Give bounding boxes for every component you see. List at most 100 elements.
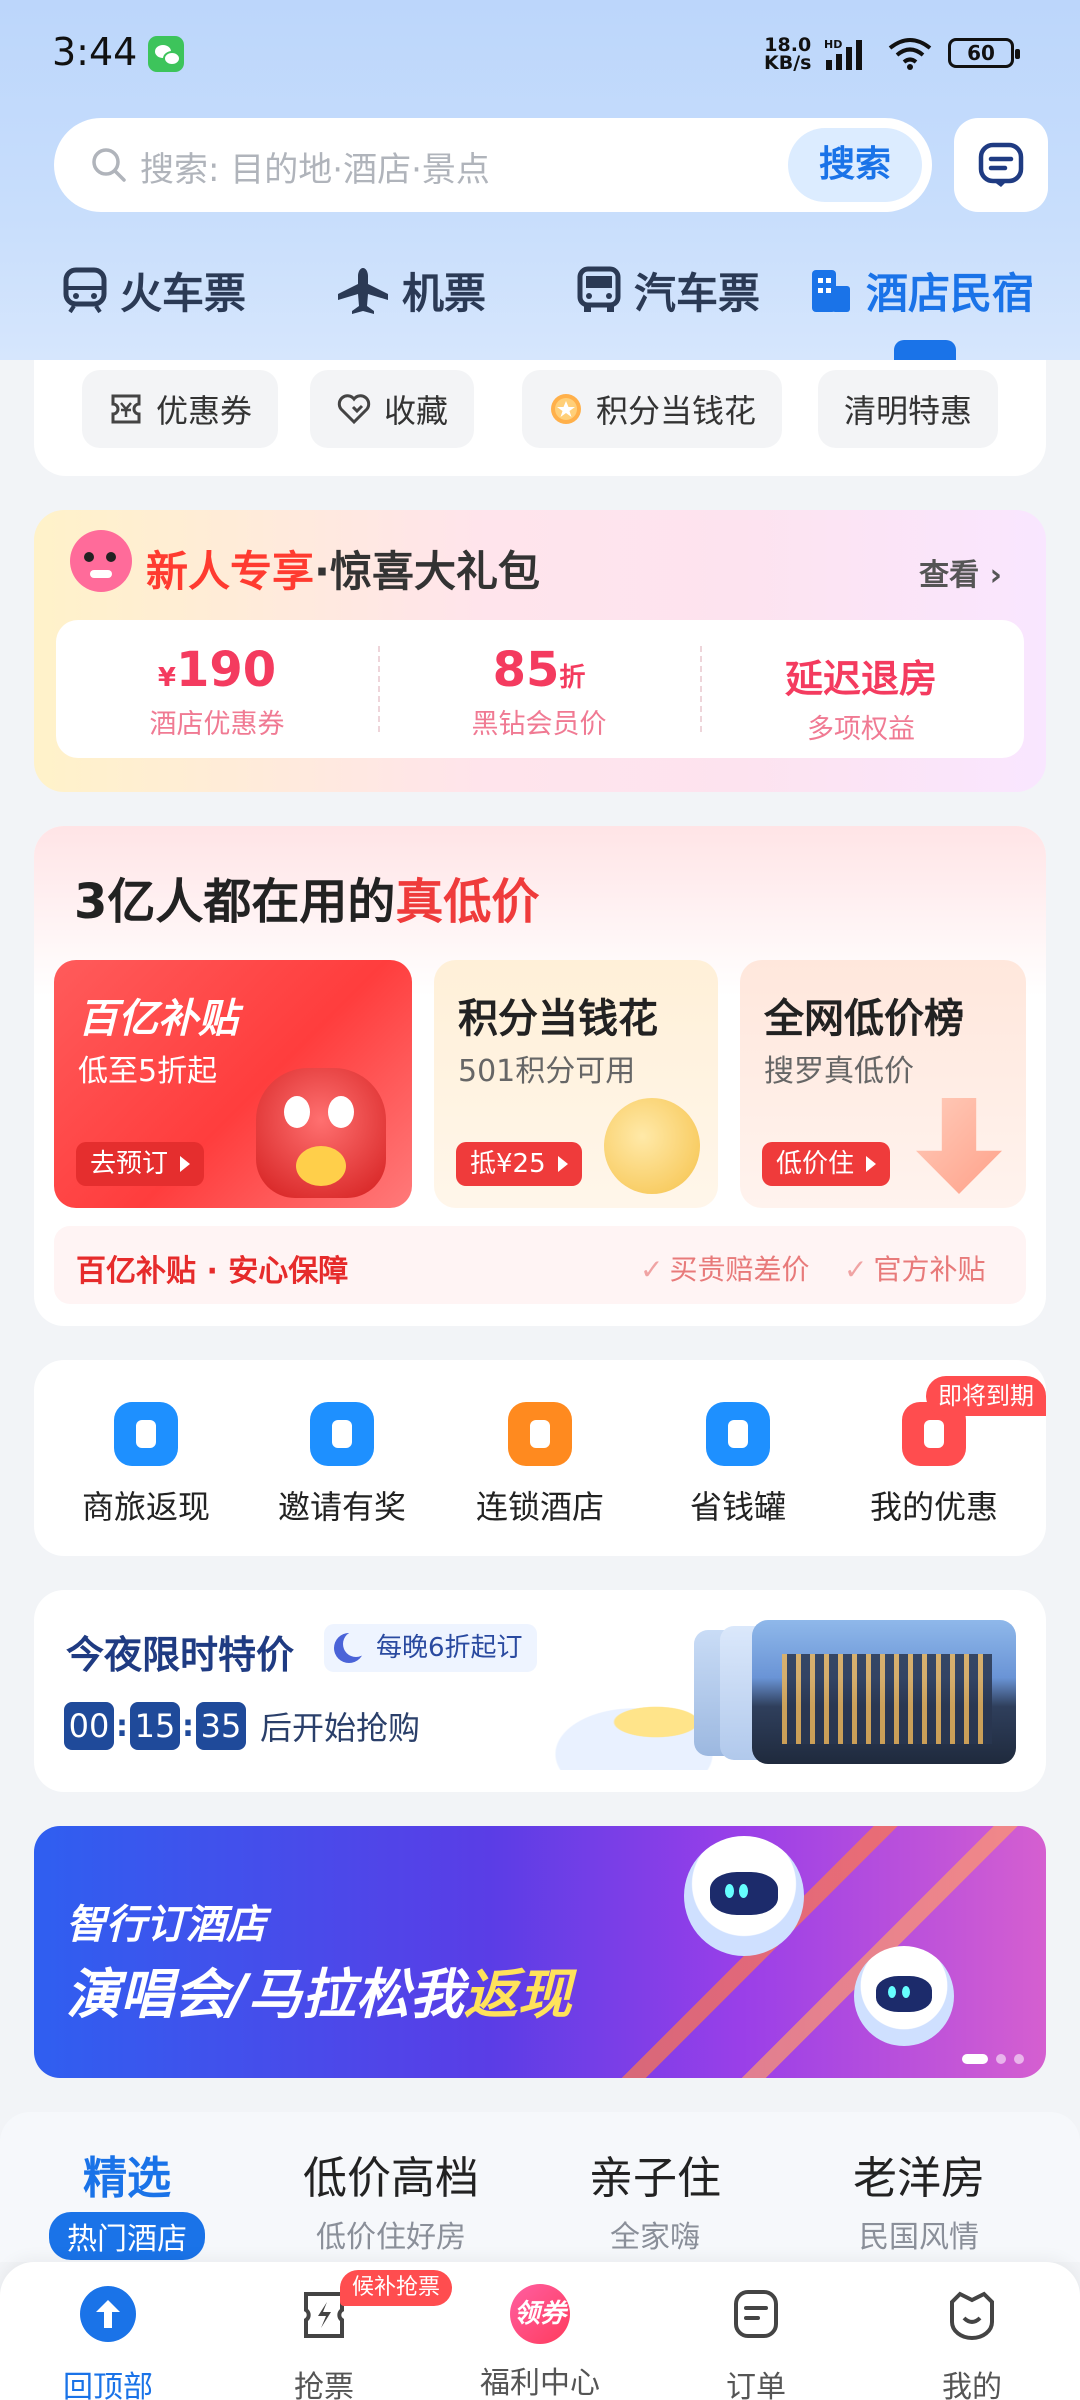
tab-bus[interactable]: 汽车票	[576, 250, 760, 330]
perk-suffix: 折	[559, 663, 586, 693]
nav-label: 回顶部	[63, 2370, 153, 2400]
hotel-icon	[812, 270, 850, 312]
chevron-right-icon: ›	[989, 558, 1002, 593]
nav-label: 福利中心	[480, 2366, 600, 2400]
search-icon	[92, 148, 126, 182]
func-business-cashback[interactable]: 商旅返现	[56, 1402, 236, 1528]
perk-hotel-coupon[interactable]: ¥190 酒店优惠券	[56, 620, 378, 758]
countdown-minutes: 15	[130, 1702, 180, 1750]
search-bar[interactable]: 搜索: 目的地·酒店·景点 搜索	[54, 118, 932, 212]
book-button[interactable]: 去预订	[76, 1142, 205, 1186]
func-my-coupons[interactable]: 我的优惠	[844, 1402, 1024, 1528]
points-icon	[551, 394, 581, 424]
nav-label: 我的	[942, 2370, 1002, 2400]
perk-label: 多项权益	[807, 714, 915, 745]
hotel-photo	[752, 1620, 1016, 1764]
train-icon	[63, 267, 107, 314]
promo-title: 百亿补贴	[78, 996, 238, 1042]
tab-train[interactable]: 火车票	[62, 250, 246, 330]
coupon-icon	[111, 394, 141, 424]
newcomer-title-highlight: 新人专享	[146, 547, 315, 596]
chip-points-label: 积分当钱花	[596, 392, 757, 430]
feed-tab-featured[interactable]: 精选 热门酒店	[2, 2142, 252, 2260]
feed-tab-old-villa[interactable]: 老洋房 民国风情	[794, 2142, 1044, 2256]
func-savings-jar[interactable]: 省钱罐	[648, 1402, 828, 1528]
battery-icon: 60	[948, 38, 1020, 68]
feed-tab-subtitle: 全家嗨	[610, 2220, 700, 2255]
promo-points[interactable]: 积分当钱花 501积分可用 抵¥25	[434, 960, 718, 1208]
perk-late-checkout[interactable]: 延迟退房 多项权益	[700, 620, 1022, 758]
func-label: 邀请有奖	[277, 1488, 406, 1526]
tab-flight[interactable]: 机票	[336, 250, 486, 330]
chain-hotel-icon	[508, 1402, 572, 1466]
countdown-separator: :	[116, 1708, 128, 1744]
order-icon	[734, 2290, 778, 2338]
feed-tab-low-price-luxury[interactable]: 低价高档 低价住好房	[266, 2142, 516, 2256]
bus-icon	[577, 266, 621, 312]
feed-tab-title: 精选	[83, 2153, 171, 2204]
countdown-text: 后开始抢购	[260, 1709, 421, 1747]
guarantee-item: 官方补贴	[844, 1248, 985, 1288]
tab-hotel[interactable]: 酒店民宿	[808, 250, 1034, 330]
perk-label: 黑钻会员价	[471, 709, 607, 740]
promo-subtitle: 搜罗真低价	[764, 1054, 914, 1089]
redeem-button[interactable]: 抵¥25	[456, 1142, 582, 1186]
countdown-timer: 00 : 15 : 35 后开始抢购	[64, 1702, 420, 1750]
low-price-title: 3亿人都在用的真低价	[74, 862, 539, 932]
promo-subtitle: 低至5折起	[78, 1054, 218, 1089]
coin-icon	[604, 1098, 700, 1194]
low-price-title-red: 真低价	[395, 874, 540, 930]
promo-subsidy[interactable]: 百亿补贴 低至5折起 去预订	[54, 960, 412, 1208]
guarantee-bar[interactable]: 百亿补贴 · 安心保障 买贵赔差价 官方补贴	[54, 1226, 1026, 1304]
search-button[interactable]: 搜索	[788, 128, 922, 202]
expiring-badge: 即将到期	[926, 1376, 1046, 1416]
func-invite[interactable]: 邀请有奖	[252, 1402, 432, 1528]
banner-dot-active	[962, 2054, 988, 2064]
feed-tab-title: 低价高档	[303, 2153, 479, 2204]
banner-pagination	[962, 2054, 1024, 2064]
chip-coupon[interactable]: 优惠券	[82, 370, 279, 448]
func-chain-hotel[interactable]: 连锁酒店	[450, 1402, 630, 1528]
tonight-deal-card[interactable]: 今夜限时特价 每晚6折起订 00 : 15 : 35 后开始抢购	[34, 1590, 1046, 1792]
tonight-title: 今夜限时特价	[66, 1633, 295, 1677]
feed-tab-subtitle: 民国风情	[859, 2220, 979, 2255]
nav-orders[interactable]: 订单	[648, 2284, 864, 2400]
banner-dot	[996, 2054, 1006, 2064]
nav-back-to-top[interactable]: 回顶部	[0, 2284, 216, 2400]
subsidy-mascot-icon	[256, 1068, 386, 1198]
chip-favorites-label: 收藏	[384, 392, 449, 430]
newcomer-gift-card[interactable]: 新人专享·惊喜大礼包 查看 › ¥190 酒店优惠券 85折 黑钻会员价 延迟退…	[34, 510, 1046, 792]
func-label: 省钱罐	[689, 1488, 786, 1526]
tonight-tag: 每晚6折起订	[324, 1624, 537, 1672]
feed-tab-subtitle: 热门酒店	[49, 2212, 205, 2260]
feed-tab-subtitle: 低价住好房	[316, 2220, 466, 2255]
perk-black-diamond[interactable]: 85折 黑钻会员价	[378, 620, 700, 758]
robot-mascot-icon	[684, 1836, 804, 1956]
search-input[interactable]: 搜索: 目的地·酒店·景点	[140, 142, 490, 191]
low-price-title-dark: 3亿人都在用的	[74, 874, 396, 930]
perk-prefix: ¥	[157, 663, 176, 693]
wechat-notification-icon	[148, 36, 184, 72]
chip-points[interactable]: 积分当钱花	[522, 370, 783, 448]
promo-banner[interactable]: 智行订酒店 演唱会/马拉松我返现	[34, 1826, 1046, 2078]
feed-tab-family[interactable]: 亲子住 全家嗨	[530, 2142, 780, 2256]
perk-label: 酒店优惠券	[149, 709, 285, 740]
function-grid: 商旅返现 邀请有奖 连锁酒店 省钱罐 我的优惠 即将到期	[34, 1360, 1046, 1556]
promo-subtitle: 501积分可用	[458, 1054, 636, 1089]
promo-lowest-price[interactable]: 全网低价榜 搜罗真低价 低价住	[740, 960, 1026, 1208]
stay-button[interactable]: 低价住	[762, 1142, 891, 1186]
profile-icon	[950, 2291, 994, 2340]
chip-coupon-label: 优惠券	[156, 392, 253, 430]
nav-welfare-center[interactable]: 领券 福利中心	[432, 2284, 648, 2400]
chip-favorites[interactable]: 收藏	[310, 370, 475, 448]
banner-headline: 演唱会/马拉松我返现	[66, 1950, 572, 2029]
welfare-center-icon: 领券	[510, 2284, 570, 2344]
business-cashback-icon	[114, 1402, 178, 1466]
guarantee-title: 百亿补贴 · 安心保障	[76, 1254, 349, 1289]
status-bar: 3:44 18.0 KB/s HD 60	[0, 0, 1080, 110]
message-button[interactable]	[954, 118, 1048, 212]
nav-profile[interactable]: 我的	[864, 2284, 1080, 2400]
view-button[interactable]: 查看 ›	[919, 550, 1002, 594]
chip-qingming-deal[interactable]: 清明特惠	[818, 370, 999, 448]
func-label: 商旅返现	[81, 1488, 210, 1526]
